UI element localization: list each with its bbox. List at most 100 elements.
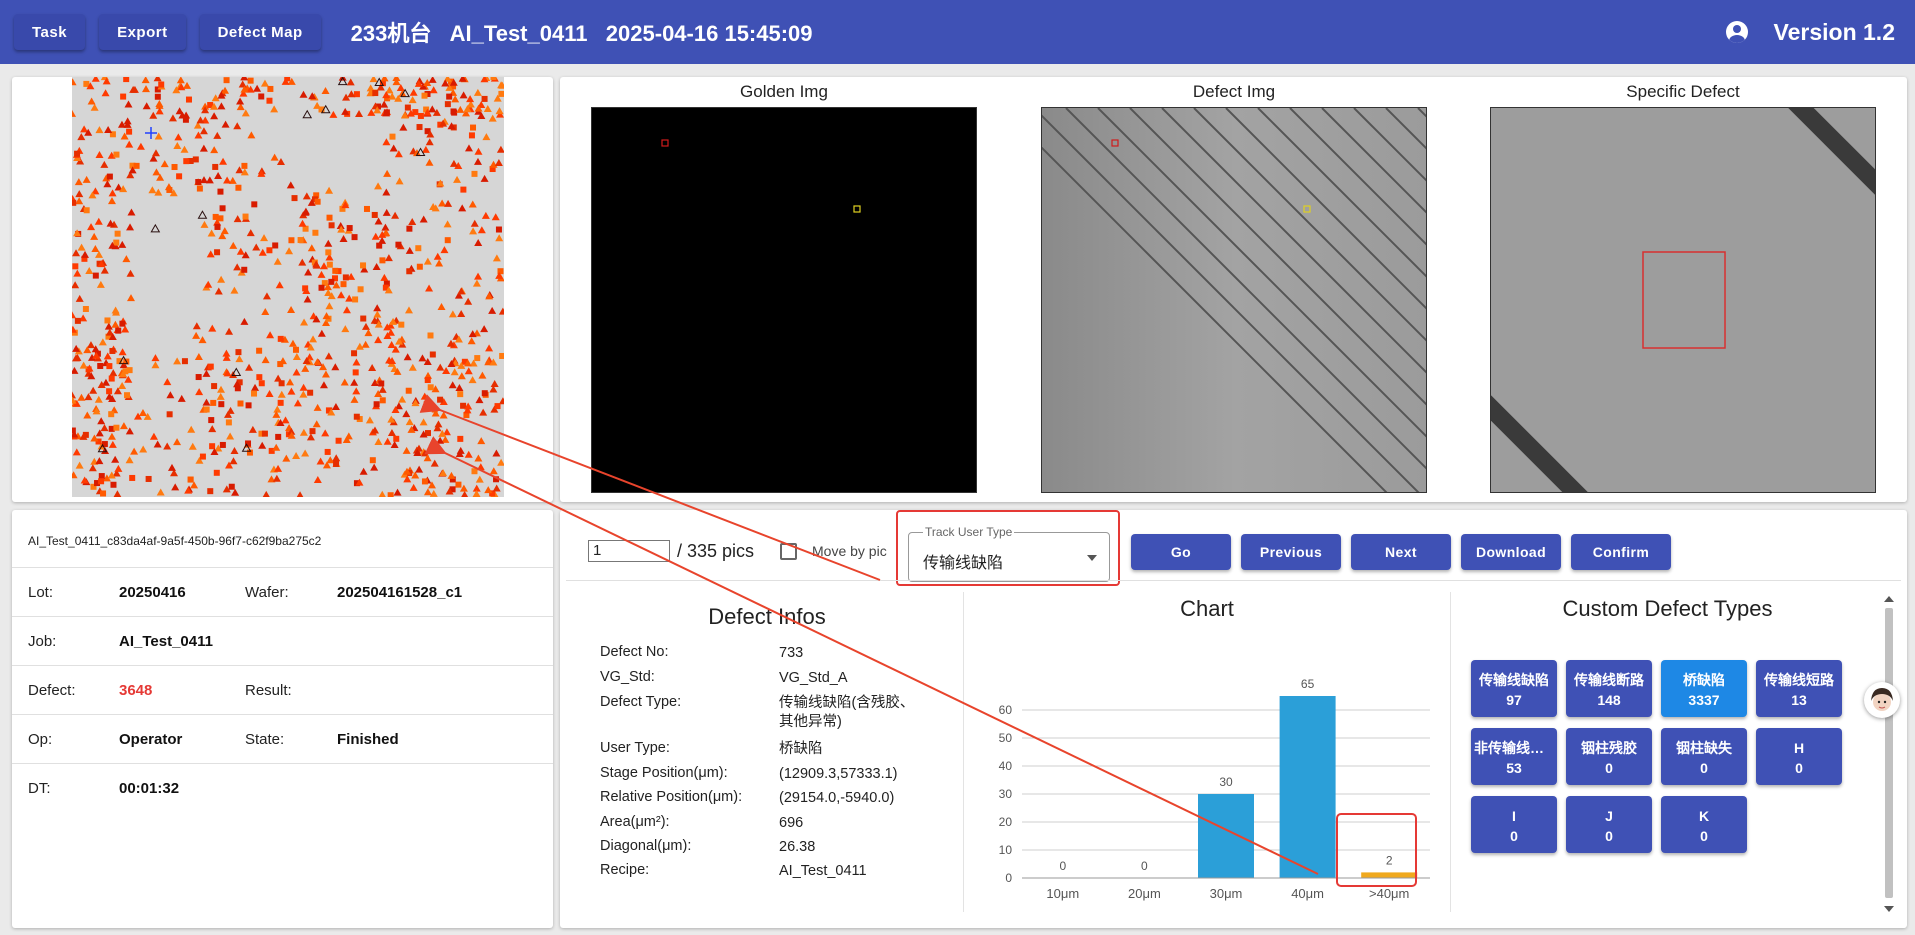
custom-defect-type-button[interactable]: I0	[1471, 796, 1557, 853]
custom-defect-type-button[interactable]: 桥缺陷 3337	[1661, 660, 1747, 717]
custom-defect-type-name: 铟柱残胶	[1581, 740, 1637, 756]
custom-defect-type-button[interactable]: 非传输线缺陷 53	[1471, 728, 1557, 785]
page-title: 233机台 AI_Test_0411 2025-04-16 15:45:09	[350, 21, 813, 46]
golden-image[interactable]	[591, 107, 977, 493]
defect-info-key: Defect No:	[600, 644, 669, 660]
chart-title: Chart	[1180, 596, 1234, 621]
chart-bar[interactable]	[1361, 872, 1418, 878]
dt-label: DT:	[28, 780, 51, 797]
custom-defect-type-count: 97	[1506, 692, 1522, 708]
custom-defect-type-name: 传输线缺陷	[1479, 672, 1549, 688]
custom-defect-type-button[interactable]: 铟柱缺失 0	[1661, 728, 1747, 785]
golden-image-panel: Golden Img	[591, 77, 977, 493]
next-button[interactable]: Next	[1351, 534, 1451, 570]
chart-bar[interactable]	[1198, 794, 1254, 878]
images-card: Golden Img Defect Img Specific Defect	[560, 77, 1907, 502]
custom-defect-type-count: 0	[1605, 760, 1613, 776]
custom-defect-type-count: 3337	[1688, 692, 1720, 708]
custom-defect-type-count: 0	[1700, 760, 1708, 776]
defect-info-value: 733	[779, 645, 804, 661]
scroll-down-icon[interactable]	[1884, 906, 1894, 912]
go-button[interactable]: Go	[1131, 534, 1231, 570]
custom-defect-type-button[interactable]: 传输线缺陷 97	[1471, 660, 1557, 717]
defect-map-button[interactable]: Defect Map	[199, 14, 321, 50]
defect-info-value: 桥缺陷	[779, 741, 823, 757]
custom-defect-type-count: 0	[1510, 828, 1518, 844]
chart-y-tick-label: 30	[999, 787, 1013, 801]
custom-types-scrollbar[interactable]	[1882, 596, 1896, 914]
wafer-map-canvas[interactable]	[72, 77, 504, 497]
op-label: Op:	[28, 731, 53, 748]
wafer-map[interactable]	[72, 77, 504, 497]
chart-data-label: 2	[1386, 853, 1393, 867]
chart-y-tick-label: 10	[999, 843, 1013, 857]
lot-value: 20250416	[119, 584, 186, 601]
chart-y-tick-label: 20	[999, 815, 1013, 829]
state-value: Finished	[337, 731, 399, 748]
chart-data-label: 65	[1301, 677, 1315, 691]
chart-x-tick-label: 20μm	[1128, 886, 1161, 901]
job-label: Job:	[28, 633, 57, 650]
move-by-pic-checkbox[interactable]	[780, 543, 797, 560]
custom-defect-type-button[interactable]: J0	[1566, 796, 1652, 853]
assistant-avatar-icon[interactable]	[1864, 682, 1900, 718]
custom-defect-type-button[interactable]: 传输线断路 148	[1566, 660, 1652, 717]
custom-defect-type-name: 传输线短路	[1764, 672, 1834, 688]
custom-defect-type-count: 0	[1605, 828, 1613, 844]
lot-label: Lot:	[28, 584, 54, 601]
custom-defect-type-name: K	[1698, 808, 1710, 824]
defect-info-value: 传输线缺陷(含残胶、	[779, 695, 915, 711]
wafer-map-card	[12, 77, 553, 502]
defect-image-panel: Defect Img	[1041, 77, 1427, 493]
custom-defect-type-button[interactable]: K0	[1661, 796, 1747, 853]
custom-defect-type-name: 桥缺陷	[1683, 672, 1725, 688]
custom-defect-type-button[interactable]: 铟柱残胶 0	[1566, 728, 1652, 785]
confirm-button[interactable]: Confirm	[1571, 534, 1671, 570]
export-button[interactable]: Export	[99, 14, 186, 50]
defect-review-card: 1 / 335 pics Move by pic Track User Type…	[560, 510, 1907, 928]
page-number-input[interactable]: 1	[588, 540, 670, 562]
defect-info-key: Stage Position(μm):	[600, 765, 728, 781]
wafer-label: Wafer:	[245, 584, 289, 601]
specific-defect-image[interactable]	[1490, 107, 1876, 493]
defect-info-value: 其他异常)	[779, 714, 842, 730]
chart-data-label: 0	[1141, 859, 1148, 873]
info-row-op: Op: Operator State: Finished	[12, 714, 553, 763]
custom-defect-type-button[interactable]: H0	[1756, 728, 1842, 785]
info-row-job: Job: AI_Test_0411	[12, 616, 553, 665]
defect-size-chart: 0 10 20 30 40 50 60 0 10μm 0 20μm 30 30μm 65 40μm 2 >40μ…	[999, 677, 1430, 901]
custom-defect-type-name: 传输线断路	[1574, 672, 1644, 688]
defect-image-title: Defect Img	[1192, 82, 1276, 101]
custom-defect-type-name: I	[1512, 808, 1516, 824]
defect-image[interactable]	[1041, 107, 1427, 493]
custom-defect-type-button[interactable]: 传输线短路 13	[1756, 660, 1842, 717]
defect-info-value: 696	[779, 815, 804, 831]
controls-divider	[566, 580, 1901, 581]
golden-image-title: Golden Img	[740, 82, 828, 101]
scroll-thumb[interactable]	[1885, 608, 1893, 898]
chart-y-tick-label: 40	[999, 759, 1013, 773]
previous-button[interactable]: Previous	[1241, 534, 1341, 570]
defect-info-key: Recipe:	[600, 862, 650, 878]
custom-defect-type-name: H	[1793, 740, 1805, 756]
chart-y-tick-label: 0	[1005, 871, 1012, 885]
custom-defect-type-count: 0	[1700, 828, 1708, 844]
task-button[interactable]: Task	[14, 14, 86, 50]
chart-bar[interactable]	[1279, 696, 1336, 878]
result-label: Result:	[245, 682, 292, 699]
chart-y-tick-label: 50	[999, 731, 1013, 745]
download-button[interactable]: Download	[1461, 534, 1561, 570]
defect-info-key: User Type:	[600, 740, 670, 756]
custom-defect-type-count: 0	[1795, 760, 1803, 776]
account-icon[interactable]	[1725, 21, 1748, 43]
defect-info-value: (12909.3,57333.1)	[779, 766, 898, 782]
version-label: Version 1.2	[1773, 18, 1895, 45]
info-row-defect: Defect: 3648 Result:	[12, 665, 553, 714]
defect-info-key: Defect Type:	[600, 694, 682, 710]
custom-defect-type-count: 13	[1791, 692, 1807, 708]
defect-info-key: Diagonal(μm):	[600, 838, 692, 854]
scroll-up-icon[interactable]	[1884, 596, 1894, 602]
info-row-lot: Lot: 20250416 Wafer: 202504161528_c1	[12, 567, 553, 616]
op-value: Operator	[119, 731, 183, 748]
custom-defect-type-name: 非传输线缺陷	[1474, 740, 1557, 756]
